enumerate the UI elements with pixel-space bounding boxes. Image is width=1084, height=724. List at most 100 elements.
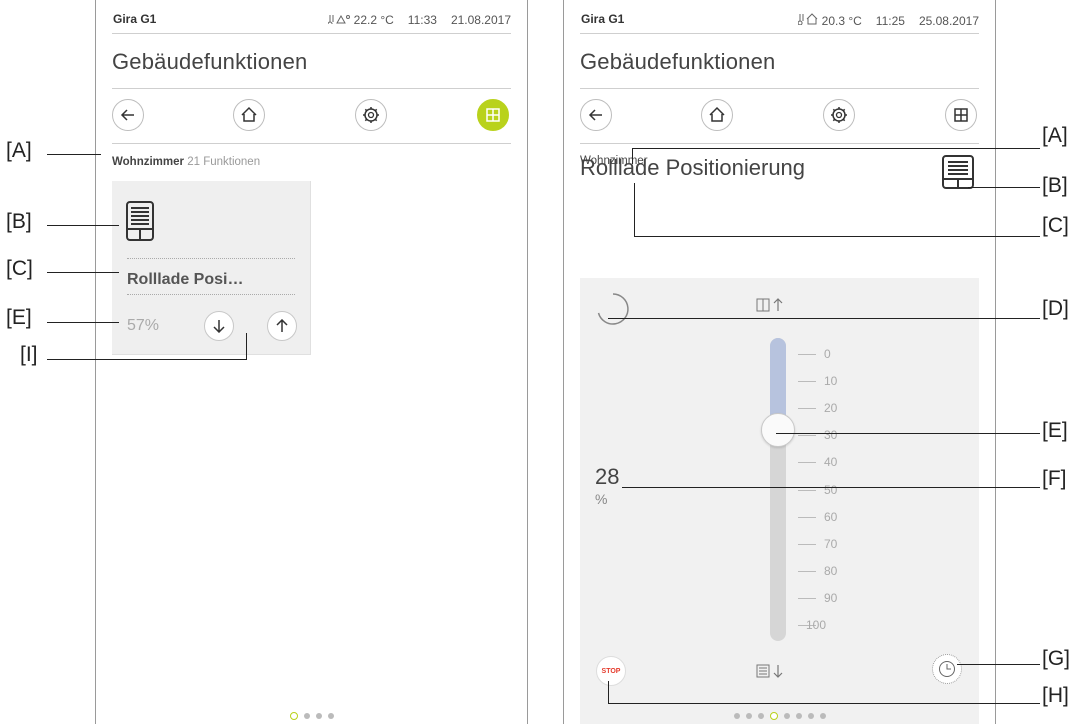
roller-shutter-icon: [942, 155, 974, 189]
function-tile[interactable]: Rolllade Posi… 57%: [112, 181, 311, 355]
page-indicator[interactable]: [96, 712, 527, 720]
arrow-up-icon: [773, 298, 783, 311]
scale-tick: [798, 435, 816, 437]
grid-view-button[interactable]: [477, 99, 509, 131]
home-icon: [709, 106, 725, 122]
page-indicator[interactable]: [564, 712, 995, 720]
divider: [127, 294, 295, 295]
leader-line: [47, 225, 119, 226]
stop-button[interactable]: STOP: [596, 656, 626, 686]
scale-label: 30: [824, 428, 838, 443]
scale-tick: [798, 570, 816, 572]
arrow-up-icon: [276, 319, 288, 332]
grid-icon: [486, 108, 500, 122]
close-slats-button[interactable]: [756, 664, 783, 678]
function-count-label: Funktionen: [203, 156, 261, 168]
scale-label: 0: [824, 347, 831, 361]
arrow-down-icon: [213, 320, 225, 333]
position-unit: %: [595, 491, 608, 507]
arrow-left-icon: [588, 109, 602, 121]
annotation-label-g: [G]: [1042, 647, 1071, 670]
settings-button[interactable]: [355, 99, 387, 131]
page-dot[interactable]: [733, 713, 740, 719]
scale-label: 40: [824, 455, 838, 470]
status-bar: 20.3 °C 11:25 25.08.2017: [797, 13, 979, 28]
page-dot[interactable]: [819, 713, 826, 719]
arrow-left-icon: [120, 109, 134, 121]
divider: [580, 143, 979, 144]
tile-function-name: Rolllade Posi…: [127, 271, 244, 288]
slider-handle[interactable]: [761, 412, 795, 447]
page-title: Gebäudefunktionen: [580, 49, 776, 74]
annotation-label-a: [A]: [6, 139, 32, 162]
scale-tick: [798, 381, 816, 383]
scale-tick: [798, 516, 816, 518]
page-dot[interactable]: [757, 713, 764, 719]
home-button[interactable]: [233, 99, 265, 131]
shutter-down-button[interactable]: [204, 311, 234, 341]
leader-line: [632, 148, 1040, 149]
annotation-label-h: [H]: [1042, 684, 1069, 707]
scale-tick: [798, 489, 816, 491]
annotation-label-a: [A]: [1042, 124, 1068, 147]
back-button[interactable]: [580, 99, 612, 131]
clock: 11:33: [407, 13, 437, 27]
date: 21.08.2017: [450, 13, 511, 27]
weather-icon: [797, 13, 818, 28]
scale-tick: [798, 408, 816, 410]
loading-spinner-icon: [597, 293, 629, 325]
page-dot[interactable]: [783, 713, 790, 719]
gear-icon: [363, 107, 379, 123]
annotation-label-b: [B]: [6, 210, 32, 233]
scale-label: 60: [824, 509, 838, 524]
annotation-label-c: [C]: [1042, 214, 1069, 237]
settings-button[interactable]: [823, 99, 855, 131]
leader-line: [246, 333, 247, 360]
room-name: Wohnzimmer: [112, 156, 184, 168]
leader-line: [968, 187, 1040, 188]
function-count: 21: [187, 156, 200, 168]
stop-label: STOP: [601, 667, 621, 675]
scale-label: 10: [824, 374, 838, 389]
divider: [112, 33, 511, 34]
leader-line: [776, 433, 1040, 434]
page-dot[interactable]: [807, 713, 814, 719]
detail-screen: Gira G1 20.3 °C 11:25 25.08.2017 Gebäude…: [563, 0, 996, 724]
annotation-label-c: [C]: [6, 257, 33, 280]
clock-icon: [939, 661, 955, 677]
scale-tick: [798, 462, 816, 464]
app-name: Gira G1: [113, 12, 157, 26]
scale-label: 80: [824, 563, 838, 578]
weather-icon: [327, 14, 350, 27]
position-value: 28: [595, 464, 620, 489]
shutter-closed-icon: [756, 664, 770, 678]
open-slats-button[interactable]: [756, 298, 783, 312]
back-button[interactable]: [112, 99, 144, 131]
grid-view-button[interactable]: [945, 99, 977, 131]
leader-line: [634, 183, 635, 237]
scale-label: 20: [824, 401, 838, 416]
divider: [580, 88, 979, 89]
page-dot[interactable]: [795, 713, 802, 719]
page-dot[interactable]: [745, 713, 752, 719]
leader-line: [47, 154, 101, 155]
temperature: 22.2 °C: [353, 13, 394, 27]
leader-line: [634, 236, 1040, 237]
shutter-up-button[interactable]: [267, 311, 297, 341]
control-panel: 0 10 20 30 40 50 60 70 80 90 100 28 % STOP: [580, 278, 979, 724]
window-open-icon: [756, 298, 770, 312]
home-button[interactable]: [701, 99, 733, 131]
position-slider[interactable]: [770, 338, 786, 641]
scale-label: 90: [824, 590, 838, 605]
page-dot[interactable]: [289, 712, 298, 720]
page-dot[interactable]: [315, 713, 322, 719]
timer-button[interactable]: [932, 654, 962, 684]
grid-icon: [954, 108, 968, 122]
room-header: Wohnzimmer 21 Funktionen: [112, 156, 260, 168]
page-dot[interactable]: [303, 713, 310, 719]
annotation-label-f: [F]: [1042, 467, 1067, 490]
page-dot[interactable]: [769, 712, 778, 720]
page-dot[interactable]: [327, 713, 334, 719]
leader-line: [47, 359, 247, 360]
scale-label: 50: [824, 482, 838, 497]
